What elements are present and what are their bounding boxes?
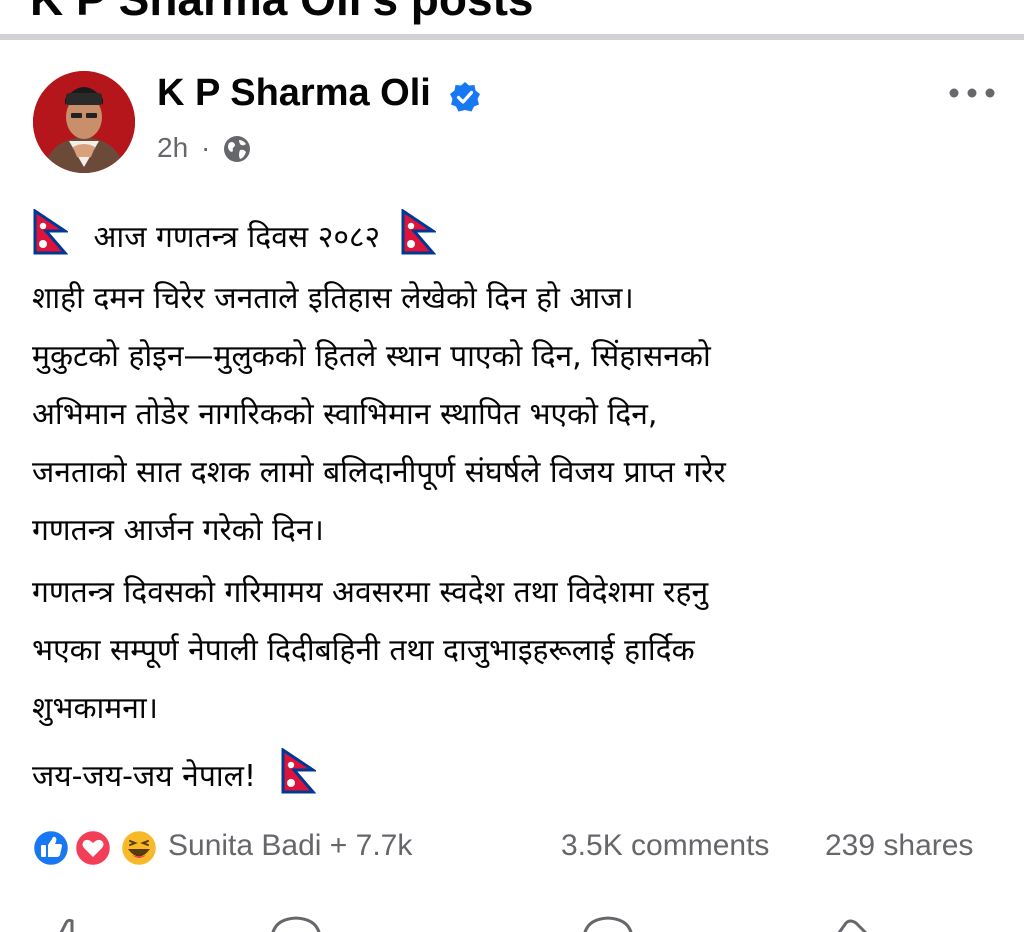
share-action-icon xyxy=(837,919,868,932)
post-line: मुकुटको होइन—मुलुकको हितले स्थान पाएको द… xyxy=(32,339,711,374)
verified-badge-icon xyxy=(450,82,480,112)
send-action-icon xyxy=(583,916,633,932)
love-reaction-icon xyxy=(73,828,113,868)
globe-icon xyxy=(224,136,250,162)
post-line: अभिमान तोडेर नागरिकको स्वाभिमान स्थापित … xyxy=(32,397,658,432)
like-action-icon xyxy=(59,918,74,932)
post-line: भएका सम्पूर्ण नेपाली दिदीबहिनी तथा दाजुभ… xyxy=(32,633,695,668)
author-name[interactable]: K P Sharma Oli xyxy=(157,72,431,115)
post-line-text: जय-जय-जय नेपाल! xyxy=(32,759,256,794)
action-bar xyxy=(59,916,868,932)
post-line: शाही दमन चिरेर जनताले इतिहास लेखेको दिन … xyxy=(32,281,634,316)
post-time[interactable]: 2h xyxy=(157,132,188,164)
post-line: जय-जय-जय नेपाल! xyxy=(32,748,1007,795)
section-divider xyxy=(0,34,1024,40)
post-line: आज गणतन्त्र दिवस २०८२ xyxy=(32,209,1007,256)
profile-photo xyxy=(33,71,135,173)
section-header: K P Sharma Oli's posts xyxy=(0,0,1024,34)
shares-count[interactable]: 239 shares xyxy=(825,829,973,863)
nepal-flag-icon xyxy=(281,748,316,794)
post-line: गणतन्त्र दिवसको गरिमामय अवसरमा स्वदेश तथ… xyxy=(32,575,709,610)
more-options-icon[interactable] xyxy=(944,78,1000,108)
nepal-flag-icon xyxy=(401,209,436,255)
comments-count[interactable]: 3.5K comments xyxy=(561,829,769,863)
nepal-flag-icon xyxy=(33,209,68,255)
post-line: जनताको सात दशक लामो बलिदानीपूर्ण संघर्षल… xyxy=(32,455,726,490)
post-line: शुभकामना। xyxy=(32,691,159,726)
section-header-title: K P Sharma Oli's posts xyxy=(30,0,533,26)
time-separator: · xyxy=(201,132,211,163)
reactions-summary[interactable]: Sunita Badi + 7.7k xyxy=(168,829,412,863)
comment-action-icon xyxy=(271,916,321,932)
avatar[interactable] xyxy=(33,71,135,173)
haha-reaction-icon xyxy=(119,828,159,868)
reaction-icons[interactable] xyxy=(31,828,161,868)
post-line: गणतन्त्र आर्जन गरेको दिन। xyxy=(32,513,324,548)
post-line-text: आज गणतन्त्र दिवस २०८२ xyxy=(93,220,381,255)
like-reaction-icon xyxy=(31,828,71,868)
